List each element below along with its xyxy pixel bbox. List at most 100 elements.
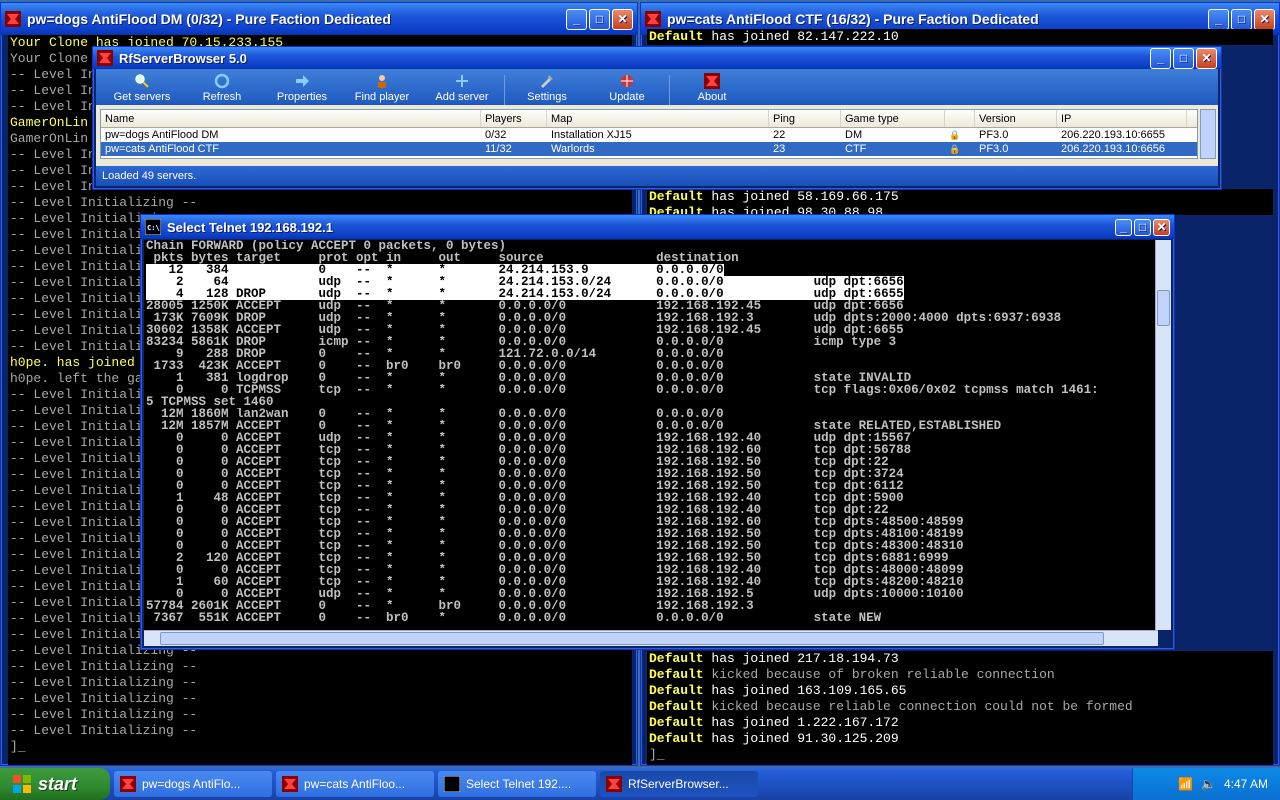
minimize-button[interactable]: _ <box>566 8 587 30</box>
console-message: kicked because reliable connection could… <box>703 699 1133 714</box>
minimize-button[interactable]: _ <box>1208 8 1229 30</box>
telnet-line-text: 9 288 DROP 0 -- * * 121.72.0.0/14 0.0.0.… <box>146 348 724 360</box>
console-line: -- Level Initializing -- <box>10 691 198 706</box>
console-line: -- Level Initializing -- <box>10 195 198 210</box>
col-flags[interactable] <box>945 110 975 127</box>
telnet-line-text: 173K 7609K DROP udp -- * * 0.0.0.0/0 192… <box>146 312 1062 324</box>
col-version[interactable]: Version <box>975 110 1057 127</box>
telnet-line-text: pkts bytes target prot opt in out source… <box>146 252 739 264</box>
close-button[interactable]: ✕ <box>1153 218 1170 236</box>
col-map[interactable]: Map <box>547 110 769 127</box>
maximize-button[interactable]: □ <box>1134 218 1151 236</box>
table-cell: 11/32 <box>485 143 512 155</box>
telnet-line-text: 12M 1857M ACCEPT 0 -- * * 0.0.0.0/0 0.0.… <box>146 420 1002 432</box>
find-player-button[interactable]: Find player <box>342 71 422 105</box>
server-list-scrollbar[interactable] <box>1200 109 1216 159</box>
tools-icon <box>541 75 553 88</box>
telnet-line: 173K 7609K DROP udp -- * * 0.0.0.0/0 192… <box>144 312 1158 324</box>
telnet-line: 12M 1857M ACCEPT 0 -- * * 0.0.0.0/0 0.0.… <box>144 420 1158 432</box>
close-button[interactable]: ✕ <box>1196 47 1217 69</box>
maximize-button[interactable]: □ <box>589 8 610 30</box>
update-button[interactable]: Update <box>587 71 667 105</box>
telnet-line: 0 0 ACCEPT tcp -- * * 0.0.0.0/0 192.168.… <box>144 540 1158 552</box>
windows-flag-icon <box>13 775 31 793</box>
search-icon <box>135 74 149 88</box>
col-players[interactable]: Players <box>481 110 547 127</box>
telnet-line-text: 0 0 ACCEPT tcp -- * * 0.0.0.0/0 192.168.… <box>146 456 889 468</box>
network-icon[interactable]: 📶 <box>1178 777 1193 791</box>
table-cell: 206.220.193.10:6656 <box>1061 143 1165 155</box>
telnet-line: 9 288 DROP 0 -- * * 121.72.0.0/14 0.0.0.… <box>144 348 1158 360</box>
taskbar: start pw=dogs AntiFlo... pw=cats AntiFlo… <box>0 768 1280 800</box>
lock-icon: 🔒 <box>949 144 961 154</box>
telnet-title: Select Telnet 192.168.192.1 <box>167 219 333 235</box>
scroll-thumb[interactable] <box>160 632 1104 645</box>
telnet-line-text: 28005 1250K ACCEPT udp -- * * 0.0.0.0/0 … <box>146 300 904 312</box>
console-line: Default has joined 217.18.194.73 <box>647 651 1273 667</box>
telnet-line-text: 1733 423K ACCEPT 0 -- br0 br0 0.0.0.0/0 … <box>146 360 724 372</box>
table-cell: 206.220.193.10:6655 <box>1061 129 1165 141</box>
table-cell: 23 <box>773 143 786 155</box>
telnet-line-text: 0 0 ACCEPT udp -- * * 0.0.0.0/0 192.168.… <box>146 588 964 600</box>
player-name: Default <box>649 731 704 746</box>
player-name: Default <box>649 651 704 666</box>
scroll-thumb[interactable] <box>1157 290 1170 326</box>
maximize-button[interactable]: □ <box>1173 47 1194 69</box>
telnet-line: 12M 1860M lan2wan 0 -- * * 0.0.0.0/0 0.0… <box>144 408 1158 420</box>
task-dogs-console[interactable]: pw=dogs AntiFlo... <box>114 771 272 797</box>
col-game-type[interactable]: Game type <box>841 110 945 127</box>
add-server-button[interactable]: Add server <box>422 71 502 105</box>
minimize-button[interactable]: _ <box>1150 47 1171 69</box>
lock-icon: 🔒 <box>949 130 961 140</box>
telnet-line-text: 5 TCPMSS set 1460 <box>146 396 274 408</box>
player-name: Default <box>649 699 704 714</box>
console-message: ]_ <box>649 747 665 762</box>
server-list[interactable]: Name Players Map Ping Game type Version … <box>100 109 1198 159</box>
console-line: Default kicked because of broken reliabl… <box>647 667 1273 683</box>
telnet-line: 0 0 ACCEPT tcp -- * * 0.0.0.0/0 192.168.… <box>144 456 1158 468</box>
telnet-line-text: 0 0 ACCEPT tcp -- * * 0.0.0.0/0 192.168.… <box>146 540 964 552</box>
settings-button[interactable]: Settings <box>507 71 587 105</box>
clock[interactable]: 4:47 AM <box>1224 777 1268 791</box>
table-row[interactable]: pw=dogs AntiFlood DM 0/32 Installation XJ1… <box>101 128 1197 142</box>
close-button[interactable]: ✕ <box>612 8 633 30</box>
telnet-horizontal-scrollbar[interactable] <box>144 630 1158 646</box>
telnet-line: 0 0 ACCEPT tcp -- * * 0.0.0.0/0 192.168.… <box>144 504 1158 516</box>
volume-icon[interactable]: 🔈 <box>1201 777 1216 791</box>
telnet-titlebar[interactable]: C:\ Select Telnet 192.168.192.1 _ □ ✕ <box>141 215 1174 239</box>
maximize-button[interactable]: □ <box>1231 8 1252 30</box>
task-rfserverbrowser[interactable]: RfServerBrowser... <box>600 771 758 797</box>
telnet-line: 1 381 logdrop 0 -- * * 0.0.0.0/0 0.0.0.0… <box>144 372 1158 384</box>
col-ping[interactable]: Ping <box>769 110 841 127</box>
col-name[interactable]: Name <box>101 110 481 127</box>
rf-app-icon <box>97 50 113 66</box>
telnet-vertical-scrollbar[interactable] <box>1155 240 1171 630</box>
minimize-button[interactable]: _ <box>1115 218 1132 236</box>
rf-app-icon <box>704 73 720 89</box>
properties-button[interactable]: Properties <box>262 71 342 105</box>
table-row[interactable]: pw=cats AntiFlood CTF 11/32 Warlords 23 CTF 🔒… <box>101 142 1197 156</box>
telnet-line-text: 12 384 0 -- * * 24.214.153.9 0.0.0.0/0 <box>146 264 724 276</box>
rfs-titlebar[interactable]: RfServerBrowser 5.0 _ □ ✕ <box>93 47 1221 69</box>
telnet-line: Chain FORWARD (policy ACCEPT 0 packets, … <box>144 240 1158 252</box>
console-line: Default has joined 58.169.66.175 <box>647 189 1273 205</box>
col-ip[interactable]: IP <box>1057 110 1187 127</box>
console-message: has joined 82.147.222.10 <box>703 29 899 44</box>
refresh-icon <box>214 73 230 89</box>
start-button[interactable]: start <box>0 768 110 800</box>
task-telnet[interactable]: Select Telnet 192.... <box>438 771 596 797</box>
svg-text:C:\: C:\ <box>147 224 160 232</box>
about-button[interactable]: About <box>672 71 752 105</box>
task-cats-console[interactable]: pw=cats AntiFloo... <box>276 771 434 797</box>
close-button[interactable]: ✕ <box>1254 8 1275 30</box>
console-line: Default has joined 82.147.222.10 <box>647 29 1273 45</box>
left-console-titlebar[interactable]: pw=dogs AntiFlood DM (0/32) - Pure Facti… <box>1 3 637 35</box>
table-cell: pw=dogs AntiFlood DM <box>105 129 219 141</box>
telnet-line: 0 0 ACCEPT tcp -- * * 0.0.0.0/0 192.168.… <box>144 528 1158 540</box>
globe-icon <box>621 75 633 87</box>
table-cell: Installation XJ15 <box>551 129 632 141</box>
get-servers-button[interactable]: Get servers <box>102 71 182 105</box>
refresh-button[interactable]: Refresh <box>182 71 262 105</box>
telnet-line-text: 0 0 ACCEPT udp -- * * 0.0.0.0/0 192.168.… <box>146 432 912 444</box>
toolbar-separator <box>504 75 505 105</box>
